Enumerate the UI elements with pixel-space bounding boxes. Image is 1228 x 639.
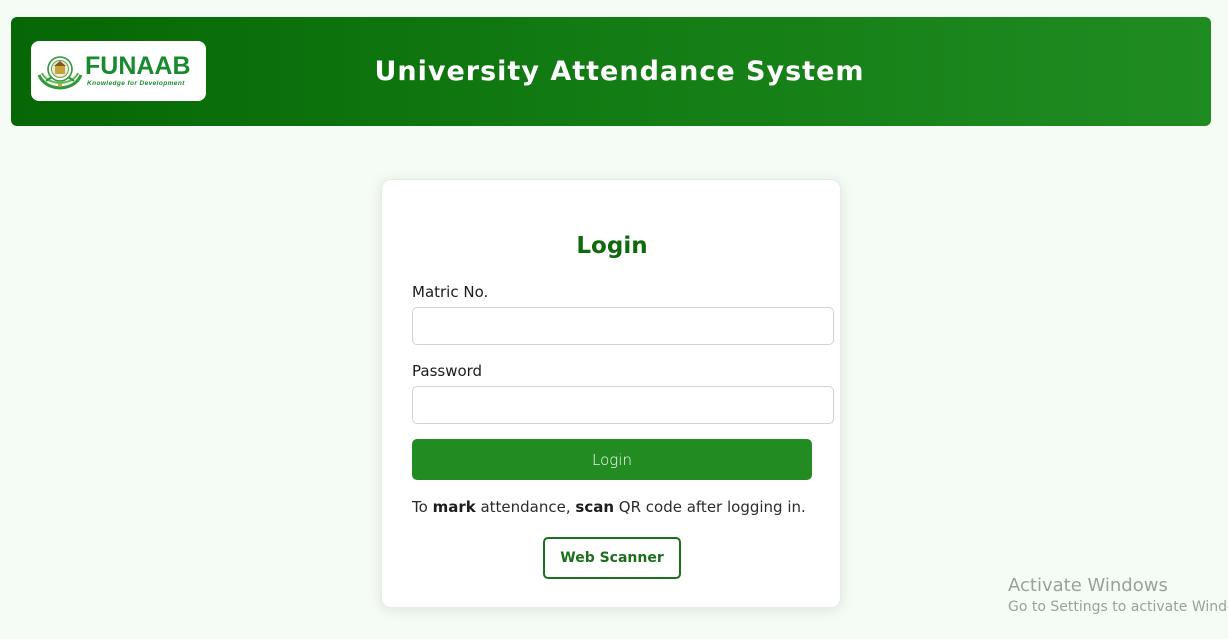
- app-header: FUNAAB Knowledge for Development Univers…: [11, 17, 1211, 126]
- hint-text-1: To: [412, 498, 433, 516]
- hint-bold-scan: scan: [575, 498, 615, 516]
- hint-bold-mark: mark: [432, 498, 476, 516]
- activation-watermark: Activate Windows Go to Settings to activ…: [1008, 575, 1228, 615]
- password-input[interactable]: [412, 386, 834, 424]
- matric-input[interactable]: [412, 307, 834, 345]
- login-title: Login: [576, 233, 648, 259]
- watermark-title: Activate Windows: [1008, 575, 1168, 596]
- page-title: University Attendance System: [374, 56, 865, 87]
- login-hint: To mark attendance, scan QR code after l…: [412, 498, 806, 516]
- watermark-subtitle: Go to Settings to activate Windows.: [1008, 599, 1228, 615]
- web-scanner-button[interactable]: Web Scanner: [543, 537, 681, 579]
- hint-text-2: attendance,: [475, 498, 576, 516]
- password-label: Password: [412, 362, 483, 380]
- matric-label: Matric No.: [412, 283, 489, 301]
- login-button[interactable]: Login: [412, 439, 812, 480]
- hint-text-3: QR code after logging in.: [614, 498, 806, 516]
- login-card: Login Matric No. Password Login To mark …: [381, 179, 841, 608]
